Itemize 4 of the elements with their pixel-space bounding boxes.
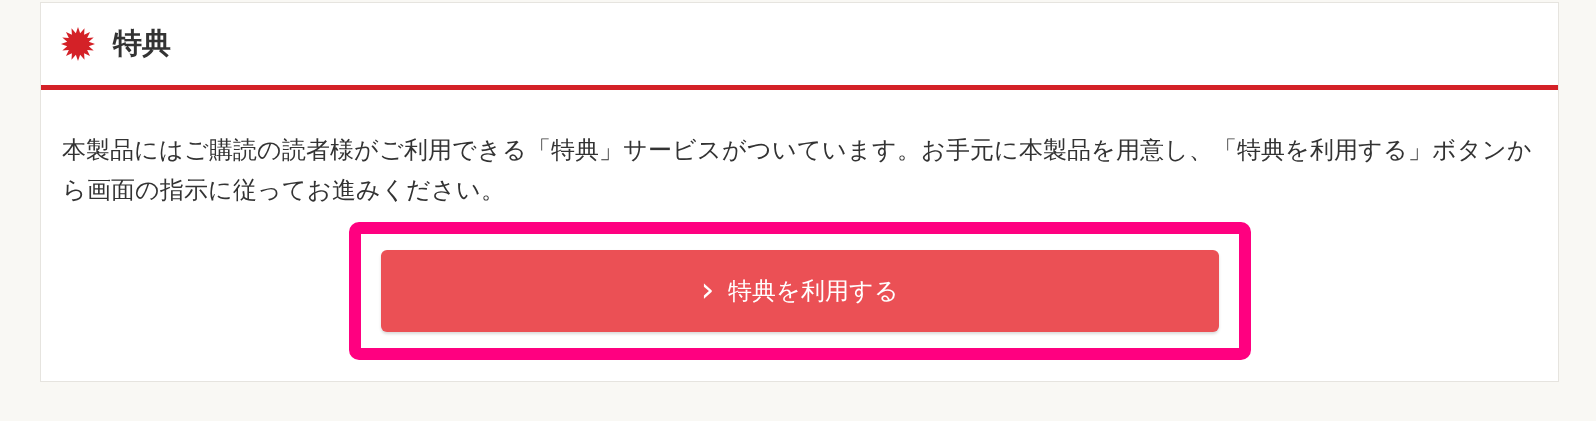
section-title: 特典	[113, 25, 171, 62]
use-benefit-button[interactable]: › 特典を利用する	[381, 250, 1219, 332]
starburst-icon	[61, 27, 95, 61]
description-text: 本製品にはご購読の読者様がご利用できる「特典」サービスがついています。お手元に本製品を用意し、「特典を利用する」ボタンから画面の指示に従ってお進みください。	[62, 135, 1533, 206]
